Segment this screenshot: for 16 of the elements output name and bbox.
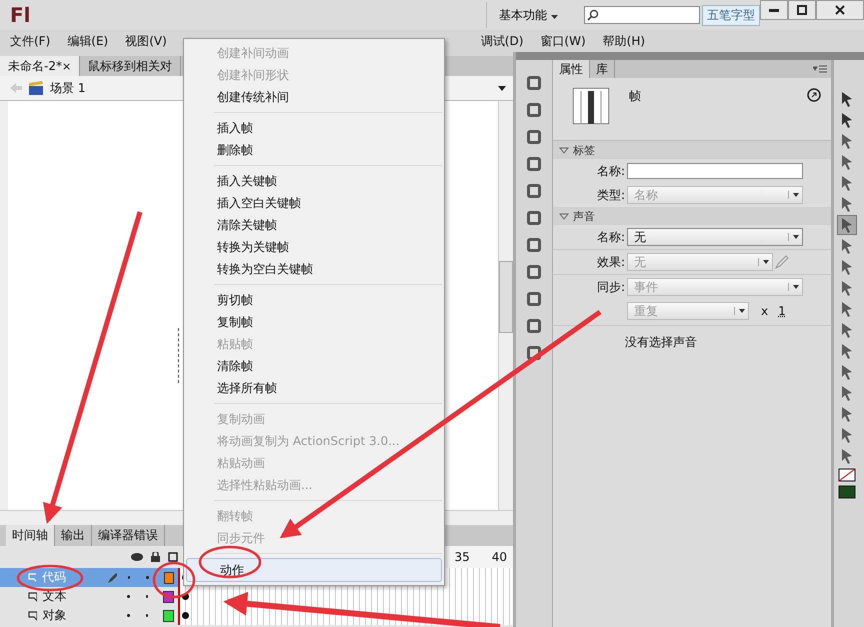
frame-number: 40 [492,550,507,564]
field-label: 效果: [596,254,625,270]
layer-name: 文本 [42,588,68,605]
layer-name: 对象 [42,607,68,624]
field-label: 同步: [596,278,625,296]
field-label: 名称: [596,228,625,246]
sound-status-text: 没有选择声音 [553,325,831,351]
frame-number: 35 [454,550,470,564]
field-label: 名称: [596,162,625,180]
layer-name: 代码 [42,569,68,586]
properties-title: 帧 [629,88,641,105]
ime-indicator: 五笔字型 [702,4,760,26]
repeat-multiplier: x [761,304,768,318]
scene-label: 场景 1 [50,80,86,96]
app-logo: Fl [10,3,31,27]
field-label: 类型: [596,186,625,204]
